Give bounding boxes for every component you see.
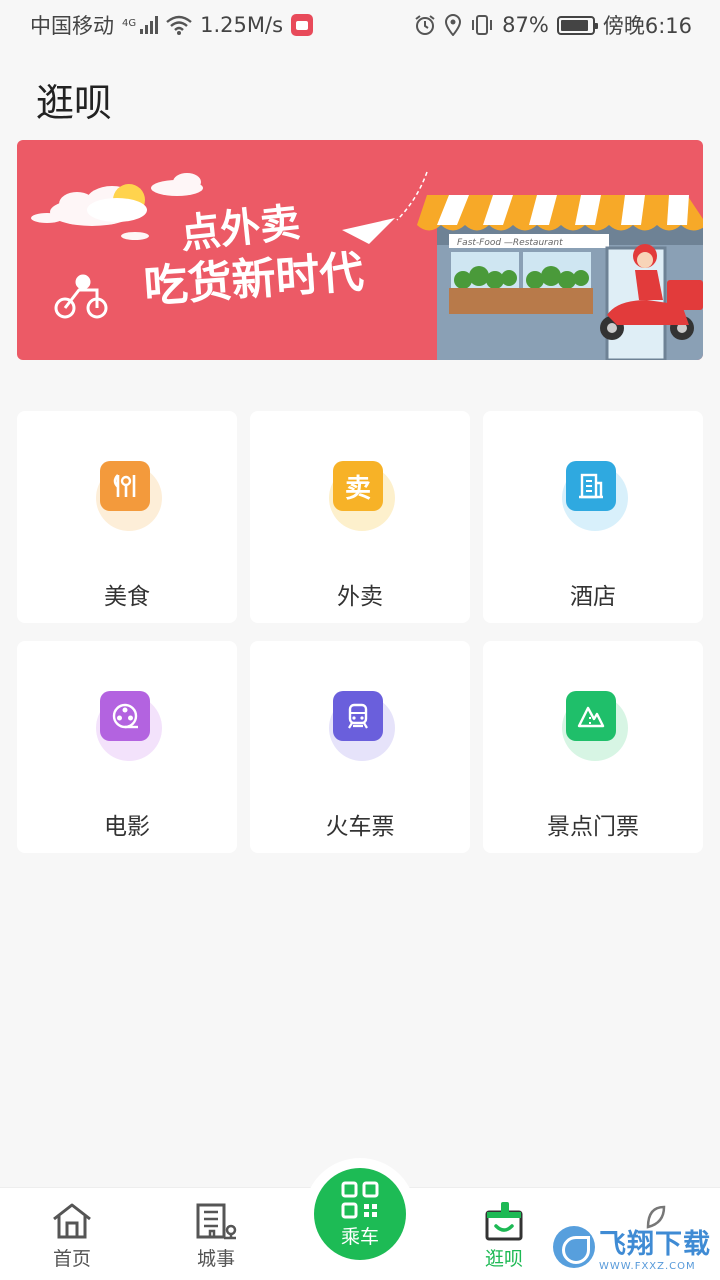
category-movie[interactable]: 电影 — [17, 641, 237, 853]
takeout-glyph: 卖 — [344, 473, 371, 504]
ride-label: 乘车 — [340, 1225, 379, 1248]
category-hotel[interactable]: 酒店 — [483, 411, 703, 623]
category-takeout[interactable]: 卖 外卖 — [250, 411, 470, 623]
scenic-icon — [558, 691, 628, 761]
vibrate-icon — [470, 14, 494, 36]
nav-home[interactable]: 首页 — [22, 1188, 122, 1280]
category-label: 火车票 — [325, 814, 395, 840]
category-train[interactable]: 火车票 — [250, 641, 470, 853]
shop-notification-icon — [291, 14, 314, 36]
qr-code-icon — [341, 1181, 379, 1218]
movie-icon — [92, 691, 162, 761]
category-scenic[interactable]: 景点门票 — [483, 641, 703, 853]
alarm-icon — [414, 14, 436, 36]
takeout-banner[interactable]: 点外卖 吃货新时代 Fast-Food —Restaurant — [17, 140, 703, 360]
watermark-url: WWW.FXXZ.COM — [599, 1261, 696, 1272]
battery-icon — [556, 15, 598, 35]
category-label: 酒店 — [570, 584, 616, 610]
takeout-icon: 卖 — [325, 461, 395, 531]
shopping-bag-icon — [482, 1200, 526, 1242]
nav-home-label: 首页 — [52, 1248, 91, 1270]
battery-percent: 87% — [502, 13, 549, 37]
category-label: 景点门票 — [547, 814, 639, 840]
food-icon — [92, 461, 162, 531]
category-label: 美食 — [104, 584, 150, 610]
location-icon — [444, 14, 462, 36]
city-building-icon — [194, 1200, 238, 1242]
wifi-icon — [166, 15, 192, 35]
category-food[interactable]: 美食 — [17, 411, 237, 623]
ride-button-ring: 乘车 — [304, 1158, 416, 1270]
banner-slogan-line1: 点外卖 — [178, 200, 302, 258]
carrier-name: 中国移动 — [30, 14, 114, 38]
network-type: 4G — [122, 18, 137, 29]
clock: 傍晚6:16 — [602, 14, 692, 38]
train-icon — [325, 691, 395, 761]
shop-sign: Fast-Food —Restaurant — [457, 238, 563, 248]
home-icon — [50, 1200, 94, 1242]
nav-city[interactable]: 城事 — [166, 1188, 266, 1280]
ride-qr-button[interactable]: 乘车 — [314, 1168, 406, 1260]
watermark-text: 飞翔下载 — [599, 1229, 711, 1260]
nav-city-label: 城事 — [196, 1248, 235, 1270]
category-label: 电影 — [104, 814, 150, 840]
nav-shop-label: 逛呗 — [484, 1248, 523, 1270]
watermark-logo-icon — [553, 1226, 595, 1268]
watermark: 飞翔下载 WWW.FXXZ.COM — [553, 1218, 713, 1276]
banner-slogan-line2: 吃货新时代 — [142, 247, 365, 313]
status-bar: 中国移动 4G 1.25M/s 87% 傍晚6:16 — [0, 0, 720, 50]
category-label: 外卖 — [337, 584, 383, 610]
network-speed: 1.25M/s — [200, 13, 284, 37]
hotel-icon — [558, 461, 628, 531]
nav-shop[interactable]: 逛呗 — [454, 1188, 554, 1280]
category-grid: 美食 卖 外卖 酒店 电影 火车票 景点门票 — [17, 411, 703, 853]
page-title: 逛呗 — [36, 81, 113, 125]
signal-icon — [140, 16, 159, 34]
banner-illustration: 点外卖 吃货新时代 Fast-Food —Restaurant — [31, 171, 703, 360]
